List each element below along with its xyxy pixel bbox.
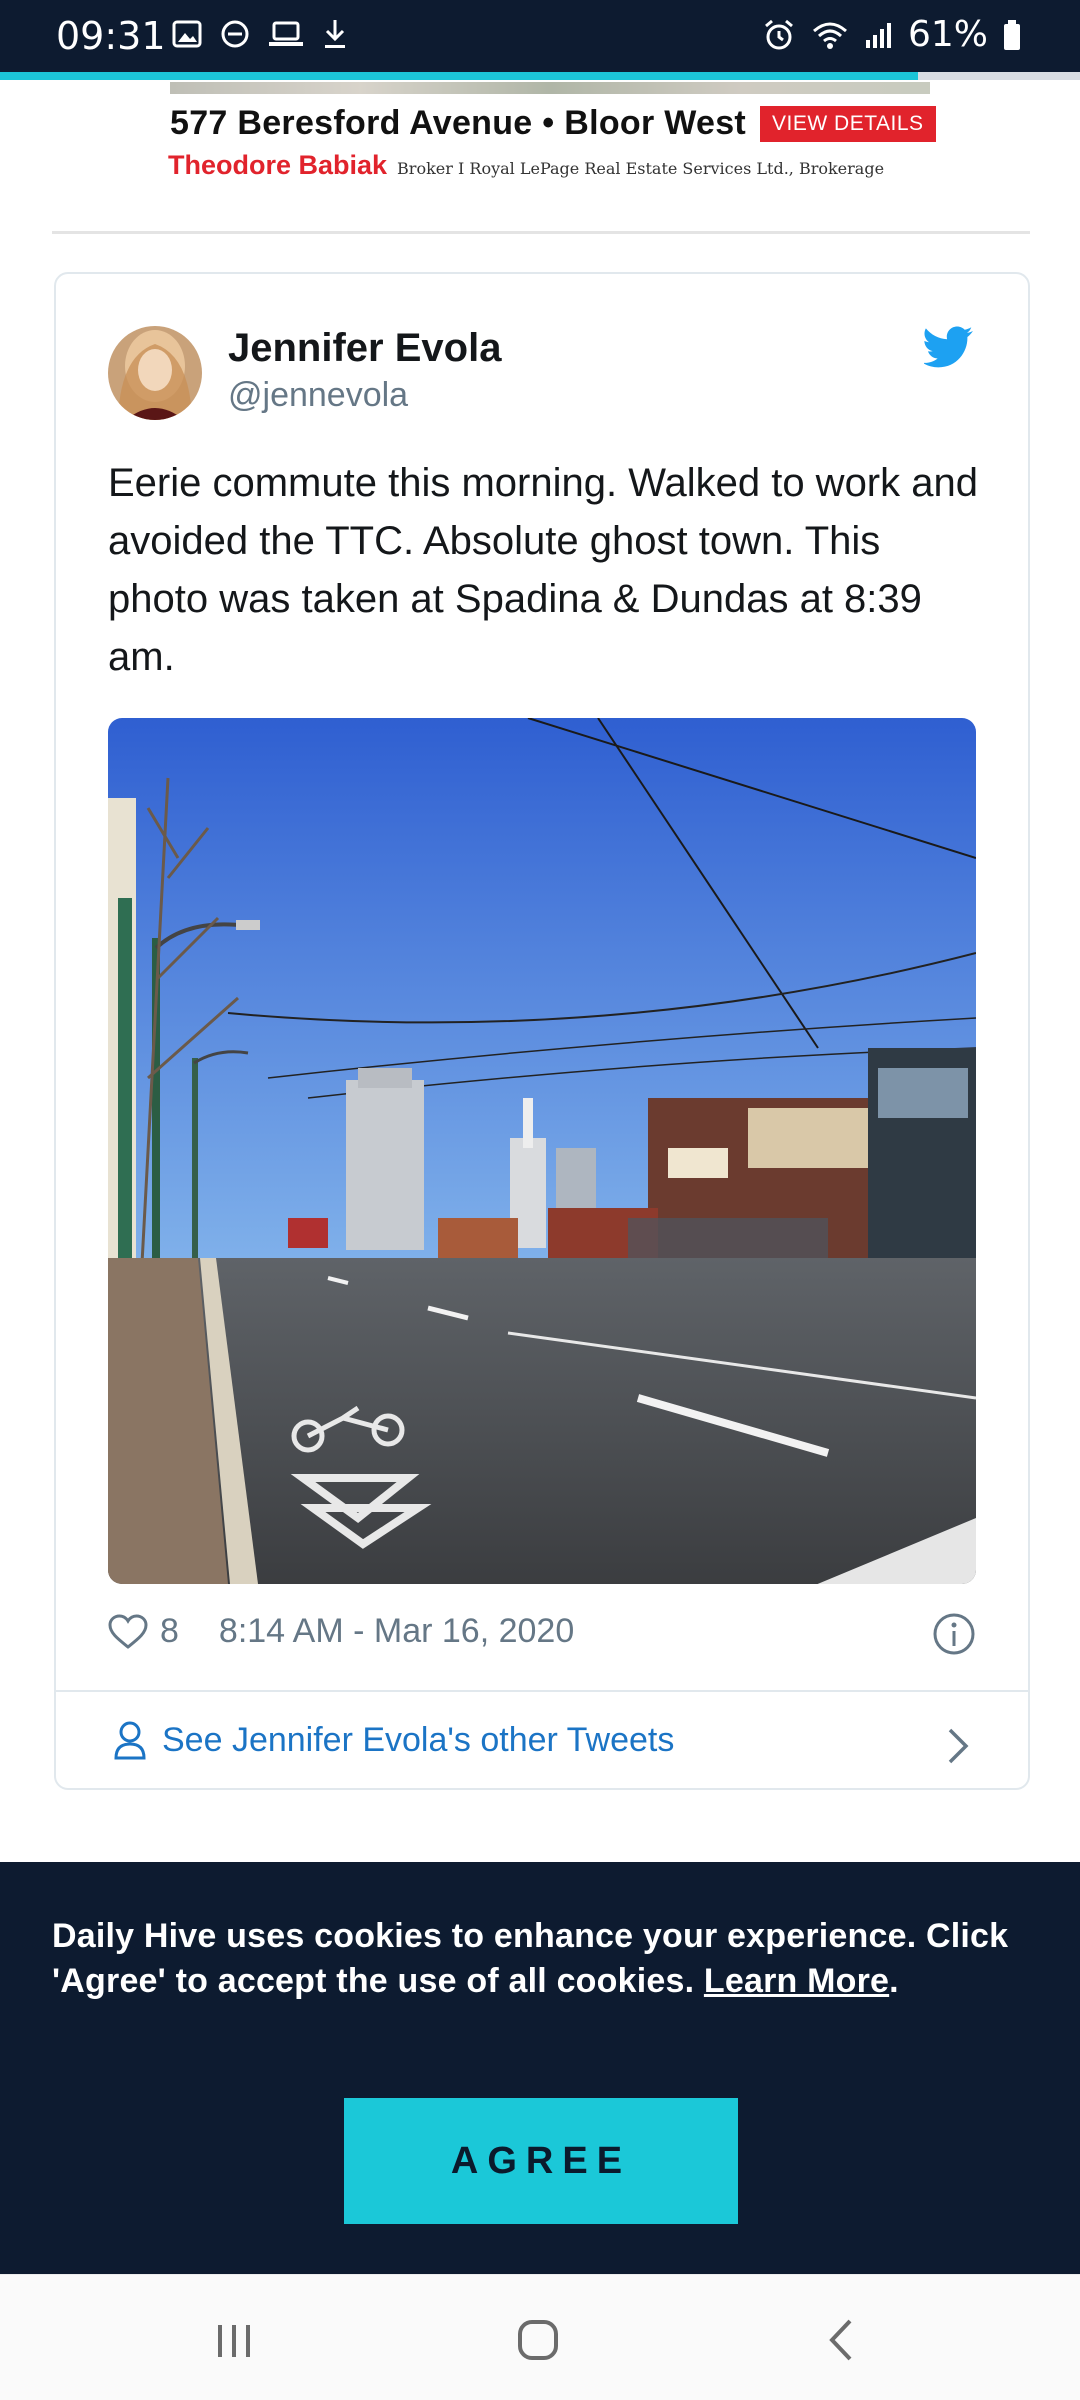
card-divider: [56, 1690, 1028, 1692]
cookie-message-end: .: [889, 1962, 899, 2000]
ad-brokerage: Broker I Royal LePage Real Estate Servic…: [397, 159, 885, 178]
system-nav-bar: [0, 2274, 1080, 2400]
info-icon[interactable]: [932, 1612, 976, 1656]
alarm-icon: [765, 19, 793, 49]
tweet-author-handle[interactable]: @jennevola: [228, 376, 408, 415]
cookie-consent-banner: Daily Hive uses cookies to enhance your …: [0, 1862, 1080, 2274]
status-time: 09:31: [56, 14, 166, 58]
recent-apps-icon[interactable]: [204, 2315, 264, 2365]
tweet-timestamp[interactable]: 8:14 AM - Mar 16, 2020: [219, 1612, 574, 1651]
see-other-tweets-link[interactable]: See Jennifer Evola's other Tweets: [114, 1720, 674, 1760]
ad-headline-row: 577 Beresford Avenue • Bloor West VIEW D…: [170, 104, 936, 143]
tweet-author-name[interactable]: Jennifer Evola: [228, 326, 501, 371]
ad-view-details-button[interactable]: VIEW DETAILS: [760, 105, 936, 142]
battery-percent: 61%: [907, 14, 988, 55]
tweet-photo[interactable]: [108, 718, 976, 1584]
chevron-right-icon[interactable]: [946, 1726, 972, 1766]
dnd-icon: [221, 20, 249, 48]
section-divider: [52, 231, 1030, 234]
download-icon: [325, 20, 345, 48]
reading-progress-bar: [0, 72, 1080, 80]
laptop-icon: [269, 21, 303, 46]
reading-progress-fill: [0, 72, 918, 80]
real-estate-ad[interactable]: 577 Beresford Avenue • Bloor West VIEW D…: [150, 82, 940, 192]
battery-icon: [1004, 19, 1020, 50]
cookie-message: Daily Hive uses cookies to enhance your …: [52, 1914, 1032, 2004]
heart-icon[interactable]: [108, 1613, 148, 1650]
ad-address: 577 Beresford Avenue • Bloor West: [170, 104, 747, 142]
user-icon: [114, 1721, 146, 1760]
status-icons-left: [172, 18, 348, 50]
image-icon: [172, 20, 202, 48]
ad-agent-name: Theodore Babiak: [168, 150, 388, 180]
learn-more-link[interactable]: Learn More: [704, 1962, 889, 2000]
status-bar: 09:31 61%: [0, 0, 1080, 80]
tweet-text: Eerie commute this morning. Walked to wo…: [108, 461, 978, 679]
like-count[interactable]: 8: [160, 1612, 179, 1651]
avatar[interactable]: [108, 326, 202, 420]
see-other-tweets-label[interactable]: See Jennifer Evola's other Tweets: [162, 1721, 674, 1760]
ad-image-strip: [170, 82, 930, 94]
twitter-bird-icon[interactable]: [924, 326, 974, 368]
tweet-meta-row: 8 8:14 AM - Mar 16, 2020: [108, 1612, 574, 1651]
status-icons-right: 61%: [762, 14, 1022, 55]
home-icon[interactable]: [508, 2315, 568, 2365]
signal-icon: [865, 22, 891, 48]
tweet-embed-card[interactable]: Jennifer Evola @jennevola Eerie commute …: [54, 272, 1030, 1790]
agree-button[interactable]: AGREE: [344, 2098, 738, 2224]
back-icon[interactable]: [812, 2315, 872, 2365]
ad-agent-row: Theodore Babiak Broker I Royal LePage Re…: [168, 150, 884, 181]
wifi-icon: [812, 22, 847, 49]
